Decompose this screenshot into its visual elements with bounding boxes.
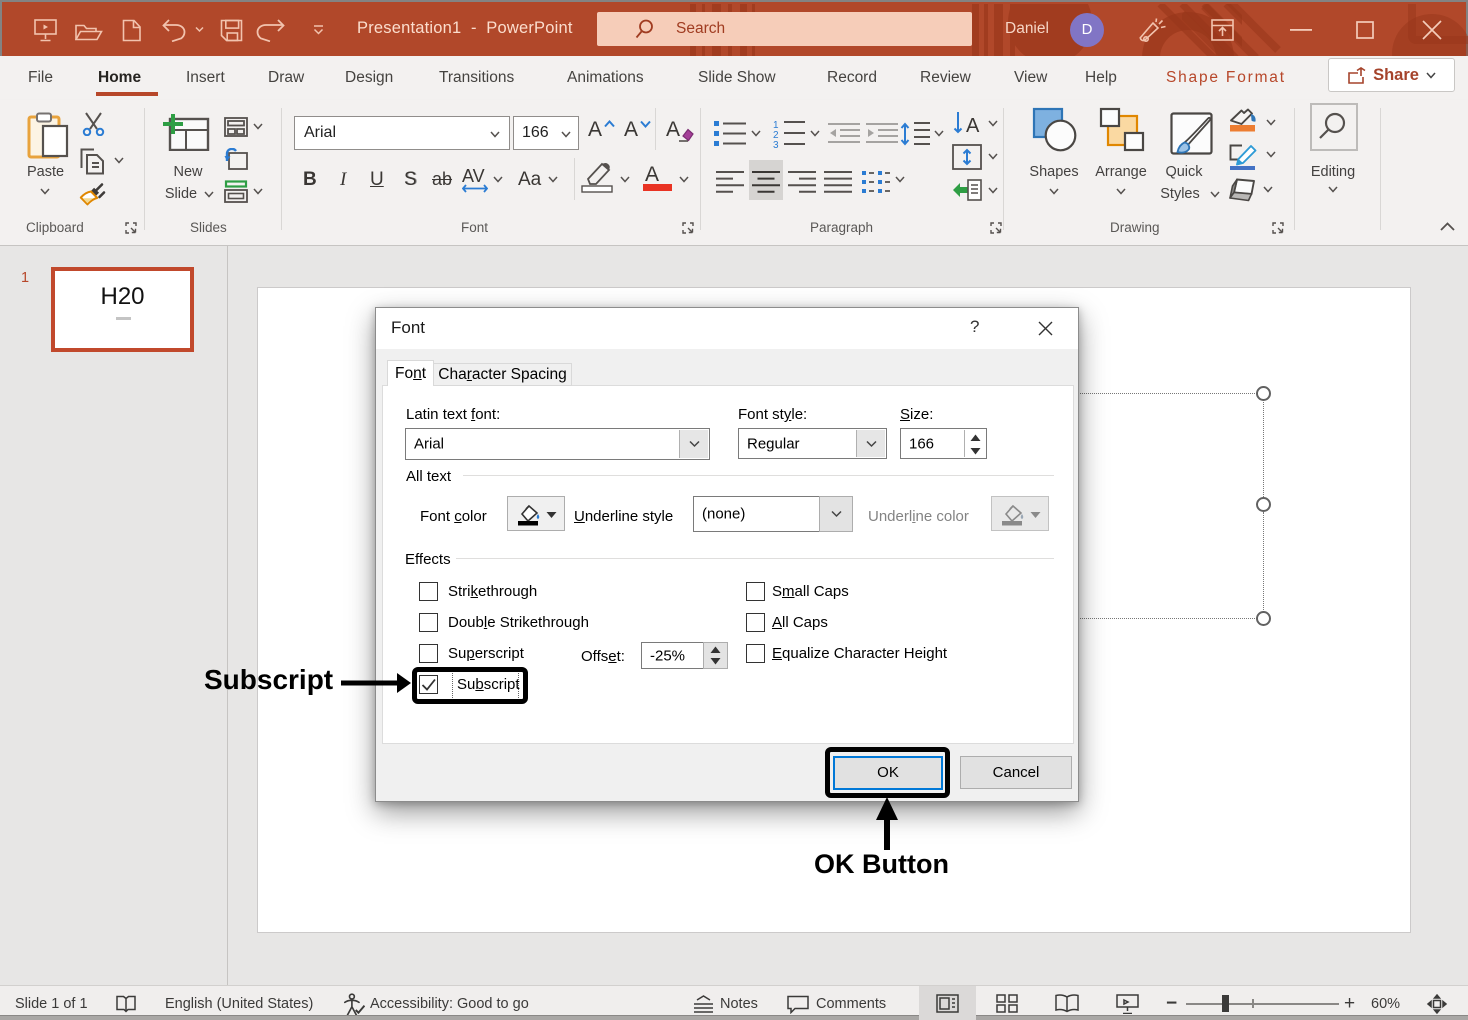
svg-text:3: 3 bbox=[773, 140, 779, 148]
svg-text:A: A bbox=[966, 115, 980, 137]
